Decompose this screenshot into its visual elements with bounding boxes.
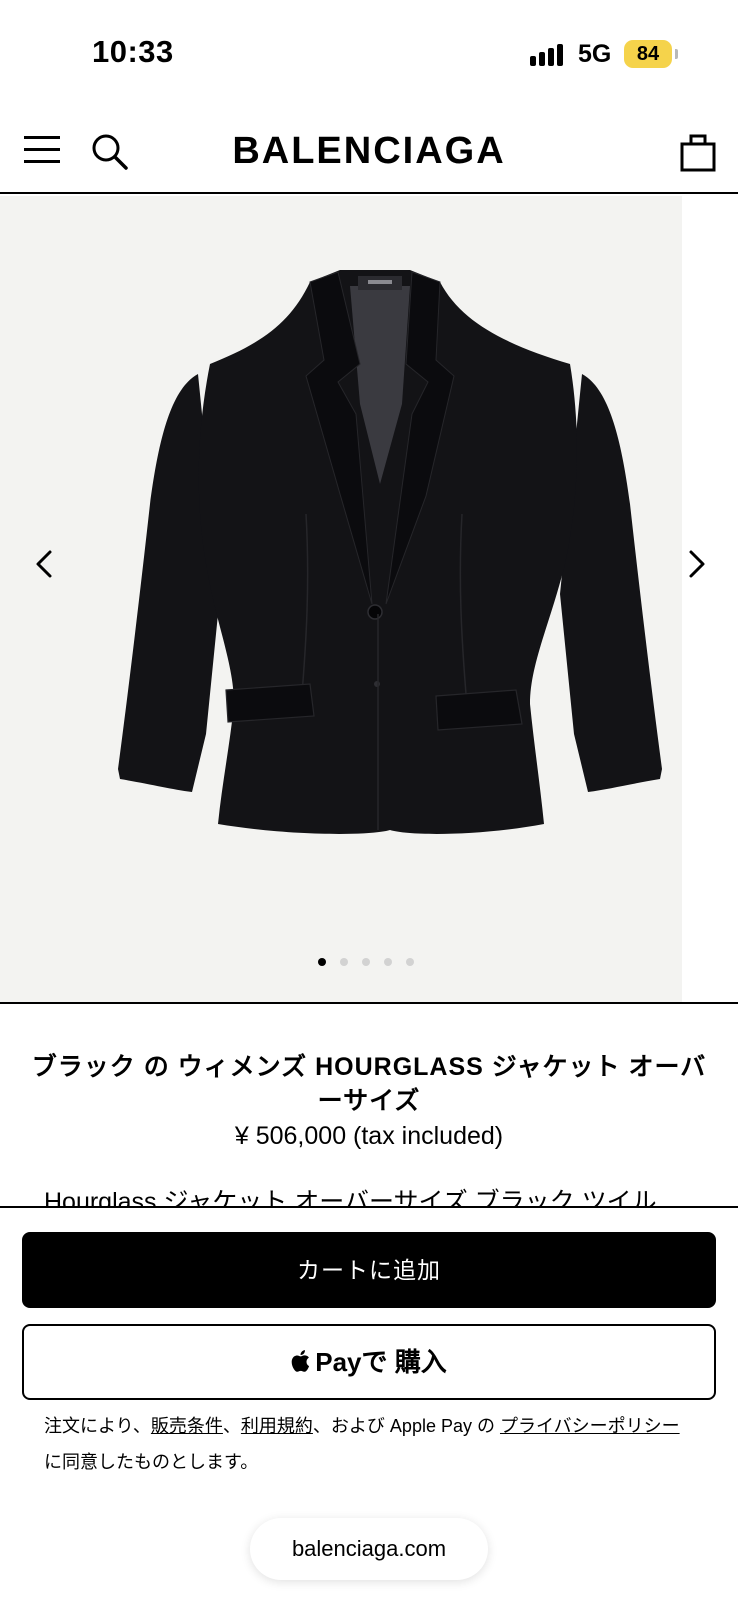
- terms-of-use-link[interactable]: 利用規約: [241, 1416, 313, 1436]
- legal-notice: 注文により、販売条件、利用規約、および Apple Pay の プライバシーポリ…: [44, 1408, 694, 1480]
- jacket-image: [118, 270, 662, 834]
- product-description: Hourglass ジャケット オーバーサイズ ブラック ツイル: [44, 1188, 657, 1206]
- add-to-cart-button[interactable]: カートに追加: [22, 1232, 716, 1308]
- pagination-dot[interactable]: [340, 958, 348, 966]
- shopping-bag-icon[interactable]: [678, 132, 718, 172]
- privacy-policy-link[interactable]: プライバシーポリシー: [500, 1416, 680, 1436]
- pagination-dot[interactable]: [406, 958, 414, 966]
- product-price: ¥ 506,000 (tax included): [234, 1122, 504, 1150]
- next-image-arrow-icon[interactable]: [679, 546, 715, 582]
- product-gallery[interactable]: [0, 196, 738, 1004]
- status-time: 10:33: [92, 34, 174, 69]
- pagination-dot[interactable]: [362, 958, 370, 966]
- signal-icon: [530, 40, 570, 66]
- battery-cap: [675, 49, 678, 59]
- brand-logo[interactable]: BALENCIAGA: [0, 130, 738, 173]
- pagination-dot[interactable]: [384, 958, 392, 966]
- apple-pay-suffix: で 購入: [361, 1347, 447, 1377]
- apple-pay-button[interactable]: Payで 購入: [22, 1324, 716, 1400]
- site-header: BALENCIAGA: [0, 110, 738, 194]
- previous-image-arrow-icon[interactable]: [26, 546, 62, 582]
- status-bar: 10:33 5G 84: [0, 0, 738, 110]
- product-title: ブラック の ウィメンズ HOURGLASS ジャケット オーバーサイズ: [31, 1053, 707, 1115]
- legal-middle: 、および Apple Pay の: [312, 1416, 500, 1436]
- sales-terms-link[interactable]: 販売条件: [151, 1416, 223, 1436]
- legal-separator: 、: [222, 1416, 241, 1436]
- battery-icon: 84: [624, 40, 672, 68]
- browser-url-bar[interactable]: balenciaga.com: [250, 1518, 488, 1580]
- product-image[interactable]: [0, 196, 682, 1002]
- legal-prefix: 注文により、: [44, 1416, 151, 1436]
- network-type: 5G: [578, 40, 612, 68]
- apple-logo-icon: [291, 1329, 313, 1372]
- apple-pay-label: Pay: [315, 1347, 362, 1377]
- pagination-dot[interactable]: [318, 958, 326, 966]
- legal-suffix: に同意したものとします。: [44, 1452, 259, 1472]
